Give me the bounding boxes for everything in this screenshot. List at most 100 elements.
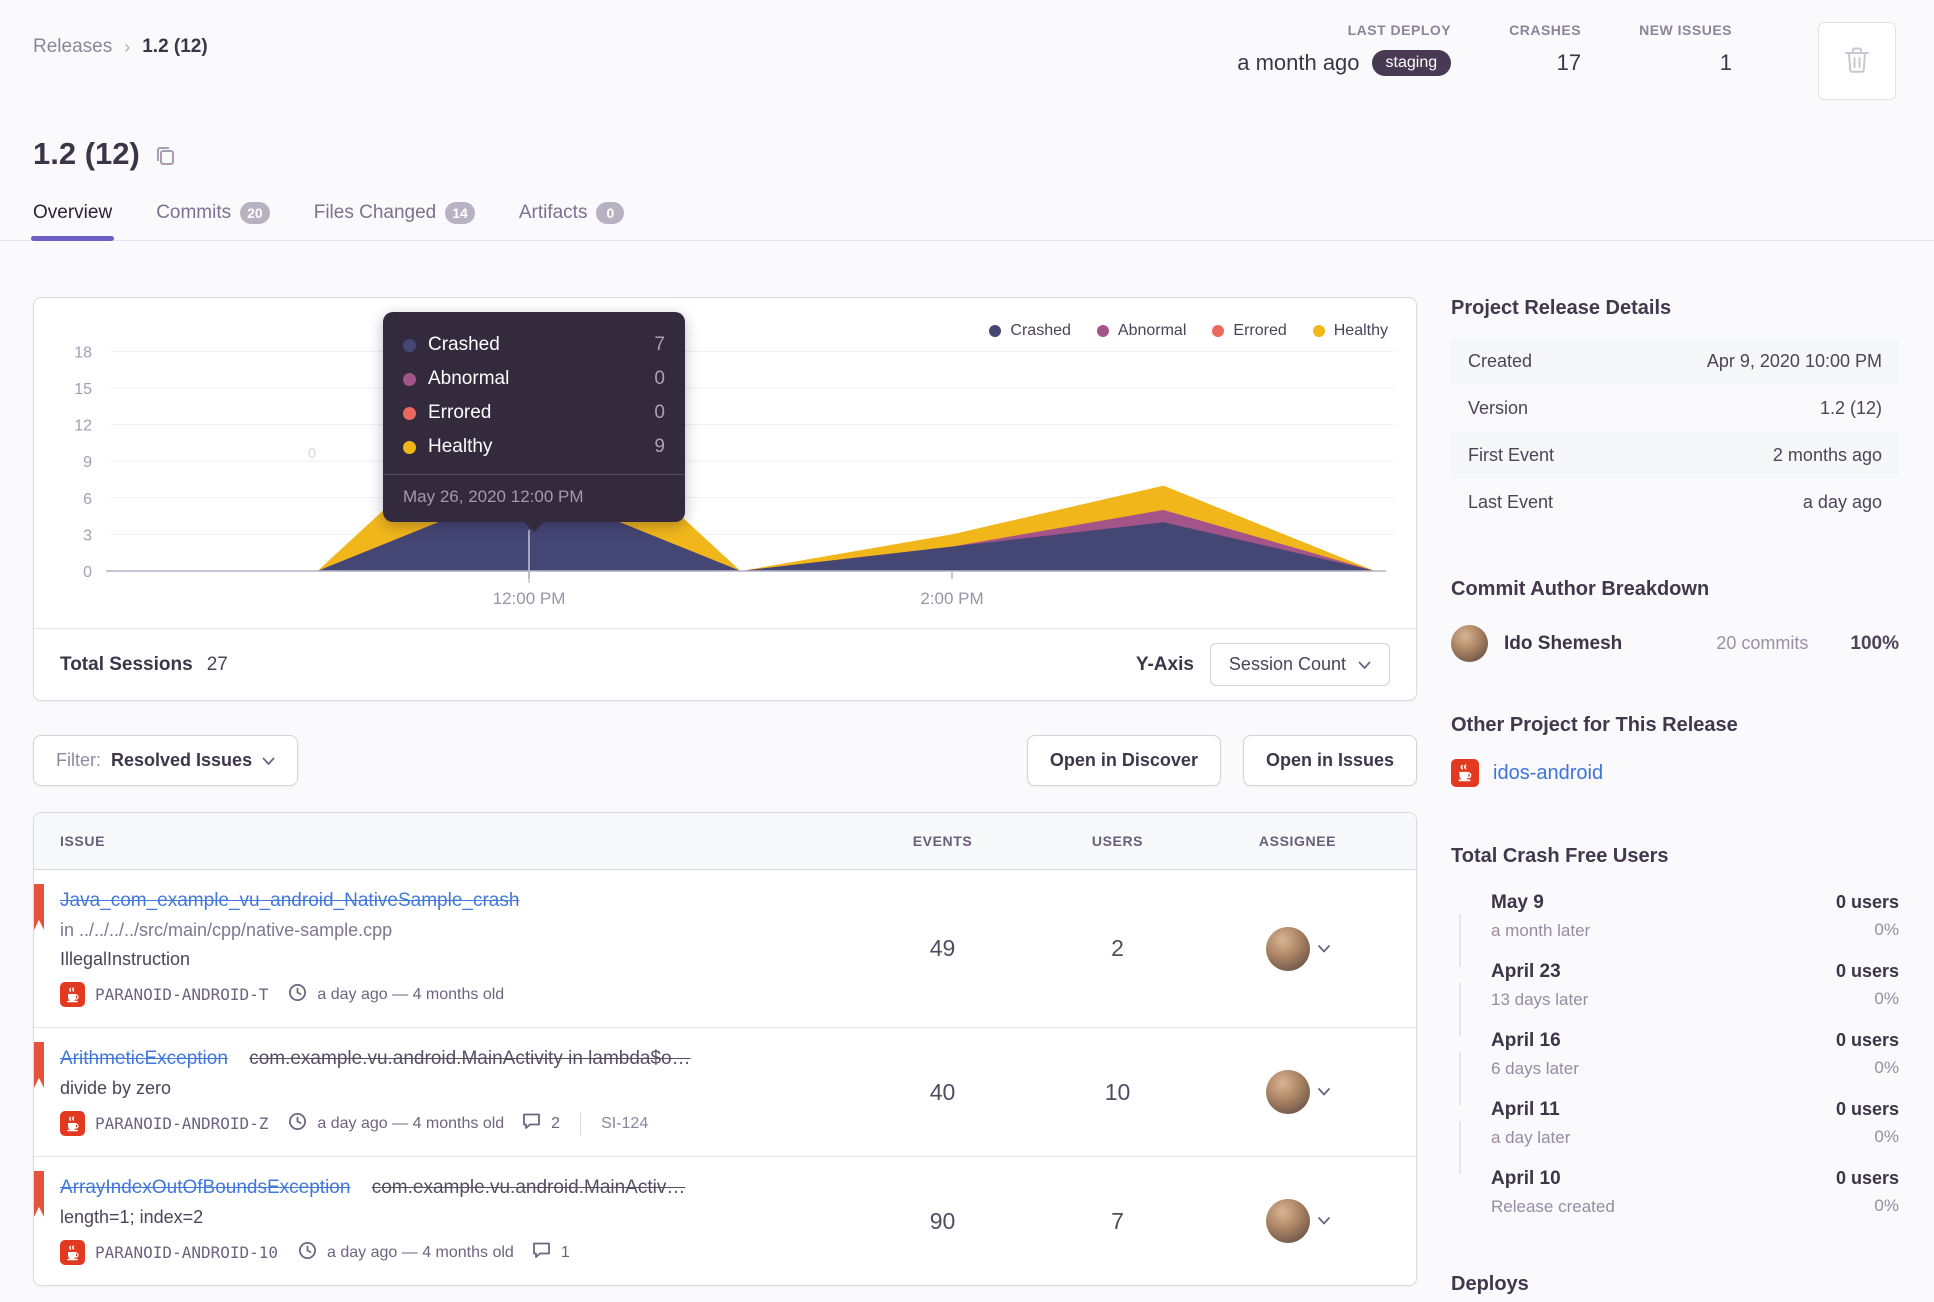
crashed-dot-icon <box>403 338 416 352</box>
author-avatar <box>1451 625 1488 662</box>
author-name: Ido Shemesh <box>1504 632 1623 654</box>
chevron-down-icon <box>1317 1083 1330 1101</box>
stat-last-deploy: LAST DEPLOY a month ago staging <box>1237 22 1452 76</box>
total-sessions-value: 27 <box>206 653 228 675</box>
legend-healthy[interactable]: Healthy <box>1312 322 1388 340</box>
divider <box>580 1112 582 1135</box>
assignee-avatar <box>1265 1199 1310 1243</box>
comments-icon <box>532 1241 551 1264</box>
tooltip-timestamp: May 26, 2020 12:00 PM <box>383 474 685 522</box>
breadcrumb-chevron-icon: › <box>124 36 131 57</box>
delete-release-button[interactable] <box>1818 22 1896 100</box>
issues-filter-dropdown[interactable]: Filter: Resolved Issues <box>33 735 299 786</box>
chart-legend: Crashed Abnormal Errored Healthy <box>989 322 1388 340</box>
author-commit-count: 20 commits <box>1716 633 1809 653</box>
copy-icon[interactable] <box>154 138 176 174</box>
timeline-entry: April 11 a day later 0 users 0% <box>1451 1099 1899 1174</box>
issue-row: ArithmeticException com.example.vu.andro… <box>34 1028 1416 1157</box>
tab-files-changed-badge: 14 <box>445 202 475 224</box>
stat-last-deploy-value: a month ago <box>1237 50 1360 75</box>
svg-text:15: 15 <box>74 381 92 398</box>
project-slug[interactable]: PARANOID-ANDROID-10 <box>95 1243 278 1262</box>
issue-culprit-inline: com.example.vu.android.MainActivity in l… <box>249 1048 691 1069</box>
tooltip-row-healthy: Healthy 9 <box>403 430 665 464</box>
tab-files-changed[interactable]: Files Changed 14 <box>314 202 475 240</box>
issue-events-count: 49 <box>929 935 956 961</box>
crash-free-timeline: May 9 a month later 0 users 0% April 23 … <box>1451 892 1899 1237</box>
issue-message: IllegalInstruction <box>60 949 191 969</box>
issue-culprit-inline: com.example.vu.android.MainActiv… <box>371 1177 686 1198</box>
section-heading: Total Crash Free Users <box>1451 845 1669 867</box>
issue-age: a day ago — 4 months old <box>317 985 505 1003</box>
clock-icon <box>288 1112 307 1136</box>
chart-body: 0 3 6 9 12 15 18 0 12:00 PM 2:00 PM Crashed Abnor… <box>34 298 1416 628</box>
stat-crashes: CRASHES 17 <box>1509 22 1581 76</box>
comments-count: 1 <box>560 1243 570 1261</box>
deploys-section: Deploys <box>1451 1273 1899 1296</box>
yaxis-select[interactable]: Session Count <box>1209 643 1390 686</box>
open-in-discover-button[interactable]: Open in Discover <box>1026 735 1221 786</box>
project-slug[interactable]: PARANOID-ANDROID-Z <box>95 1114 268 1133</box>
page-title: 1.2 (12) <box>0 134 1934 174</box>
assignee-dropdown[interactable] <box>1205 926 1390 971</box>
java-project-icon <box>60 1111 85 1136</box>
assignee-dropdown[interactable] <box>1205 1070 1390 1114</box>
timeline-entry: May 9 a month later 0 users 0% <box>1451 892 1899 967</box>
open-in-issues-button[interactable]: Open in Issues <box>1242 735 1417 786</box>
java-project-icon <box>1451 759 1479 787</box>
other-project-link[interactable]: idos-android <box>1493 762 1603 785</box>
chevron-down-icon <box>1358 654 1371 675</box>
release-sidebar: Project Release Details Created Apr 9, 2… <box>1451 297 1899 1296</box>
stat-new-issues-value: 1 <box>1719 50 1732 75</box>
stat-crashes-value: 17 <box>1556 50 1582 75</box>
issue-title-link[interactable]: ArrayIndexOutOfBoundsException <box>60 1177 350 1198</box>
svg-text:2:00 PM: 2:00 PM <box>920 589 983 608</box>
tooltip-row-crashed: Crashed 7 <box>403 328 665 362</box>
yaxis-label: Y-Axis <box>1135 653 1194 675</box>
healthy-dot-icon <box>1312 325 1325 337</box>
issue-users-count: 7 <box>1111 1207 1124 1234</box>
svg-text:12: 12 <box>74 418 92 435</box>
issue-title-link[interactable]: Java_com_example_vu_android_NativeSample… <box>60 890 519 911</box>
legend-crashed[interactable]: Crashed <box>989 322 1071 340</box>
release-version-title: 1.2 (12) <box>33 136 140 171</box>
section-heading: Project Release Details <box>1451 297 1672 319</box>
release-header: Releases › 1.2 (12) LAST DEPLOY a month … <box>0 0 1934 241</box>
total-sessions-label: Total Sessions <box>60 653 193 675</box>
assignee-dropdown[interactable] <box>1205 1199 1390 1243</box>
tab-commits-badge: 20 <box>240 202 270 224</box>
issue-events-count: 40 <box>929 1078 956 1105</box>
tab-artifacts[interactable]: Artifacts 0 <box>519 202 625 240</box>
assignee-avatar <box>1265 926 1310 971</box>
errored-dot-icon <box>403 406 416 420</box>
total-crash-free-users-section: Total Crash Free Users May 9 a month lat… <box>1451 845 1899 1237</box>
clock-icon <box>298 1241 317 1265</box>
project-release-details-section: Project Release Details Created Apr 9, 2… <box>1451 297 1899 526</box>
tab-commits[interactable]: Commits 20 <box>156 202 270 240</box>
trash-icon <box>1844 46 1870 77</box>
column-events: EVENTS <box>912 833 973 849</box>
issue-title-link[interactable]: ArithmeticException <box>60 1048 228 1069</box>
errored-dot-icon <box>1212 325 1225 337</box>
stat-crashes-label: CRASHES <box>1509 22 1582 38</box>
issues-table-header: ISSUE EVENTS USERS ASSIGNEE <box>34 813 1416 870</box>
legend-errored[interactable]: Errored <box>1212 322 1287 340</box>
legend-abnormal[interactable]: Abnormal <box>1096 322 1186 340</box>
issue-age: a day ago — 4 months old <box>317 1114 505 1132</box>
tooltip-row-errored: Errored 0 <box>403 396 665 430</box>
project-slug[interactable]: PARANOID-ANDROID-T <box>95 985 268 1004</box>
issue-users-count: 2 <box>1111 935 1124 961</box>
environment-badge: staging <box>1371 50 1452 76</box>
issue-message: divide by zero <box>60 1078 172 1098</box>
linked-ticket[interactable]: SI-124 <box>601 1115 648 1133</box>
assignee-avatar <box>1265 1070 1310 1114</box>
tab-overview[interactable]: Overview <box>30 202 115 241</box>
svg-text:0: 0 <box>308 445 316 462</box>
breadcrumb-releases-link[interactable]: Releases <box>33 36 112 58</box>
commit-author-breakdown-section: Commit Author Breakdown Ido Shemesh 20 c… <box>1451 578 1899 662</box>
detail-row-created: Created Apr 9, 2020 10:00 PM <box>1451 338 1899 385</box>
abnormal-dot-icon <box>1096 325 1109 337</box>
column-issue: ISSUE <box>60 833 106 849</box>
author-row: Ido Shemesh 20 commits 100% <box>1451 625 1899 662</box>
sessions-area-chart[interactable]: 0 3 6 9 12 15 18 0 12:00 PM 2:00 PM <box>34 306 1414 618</box>
